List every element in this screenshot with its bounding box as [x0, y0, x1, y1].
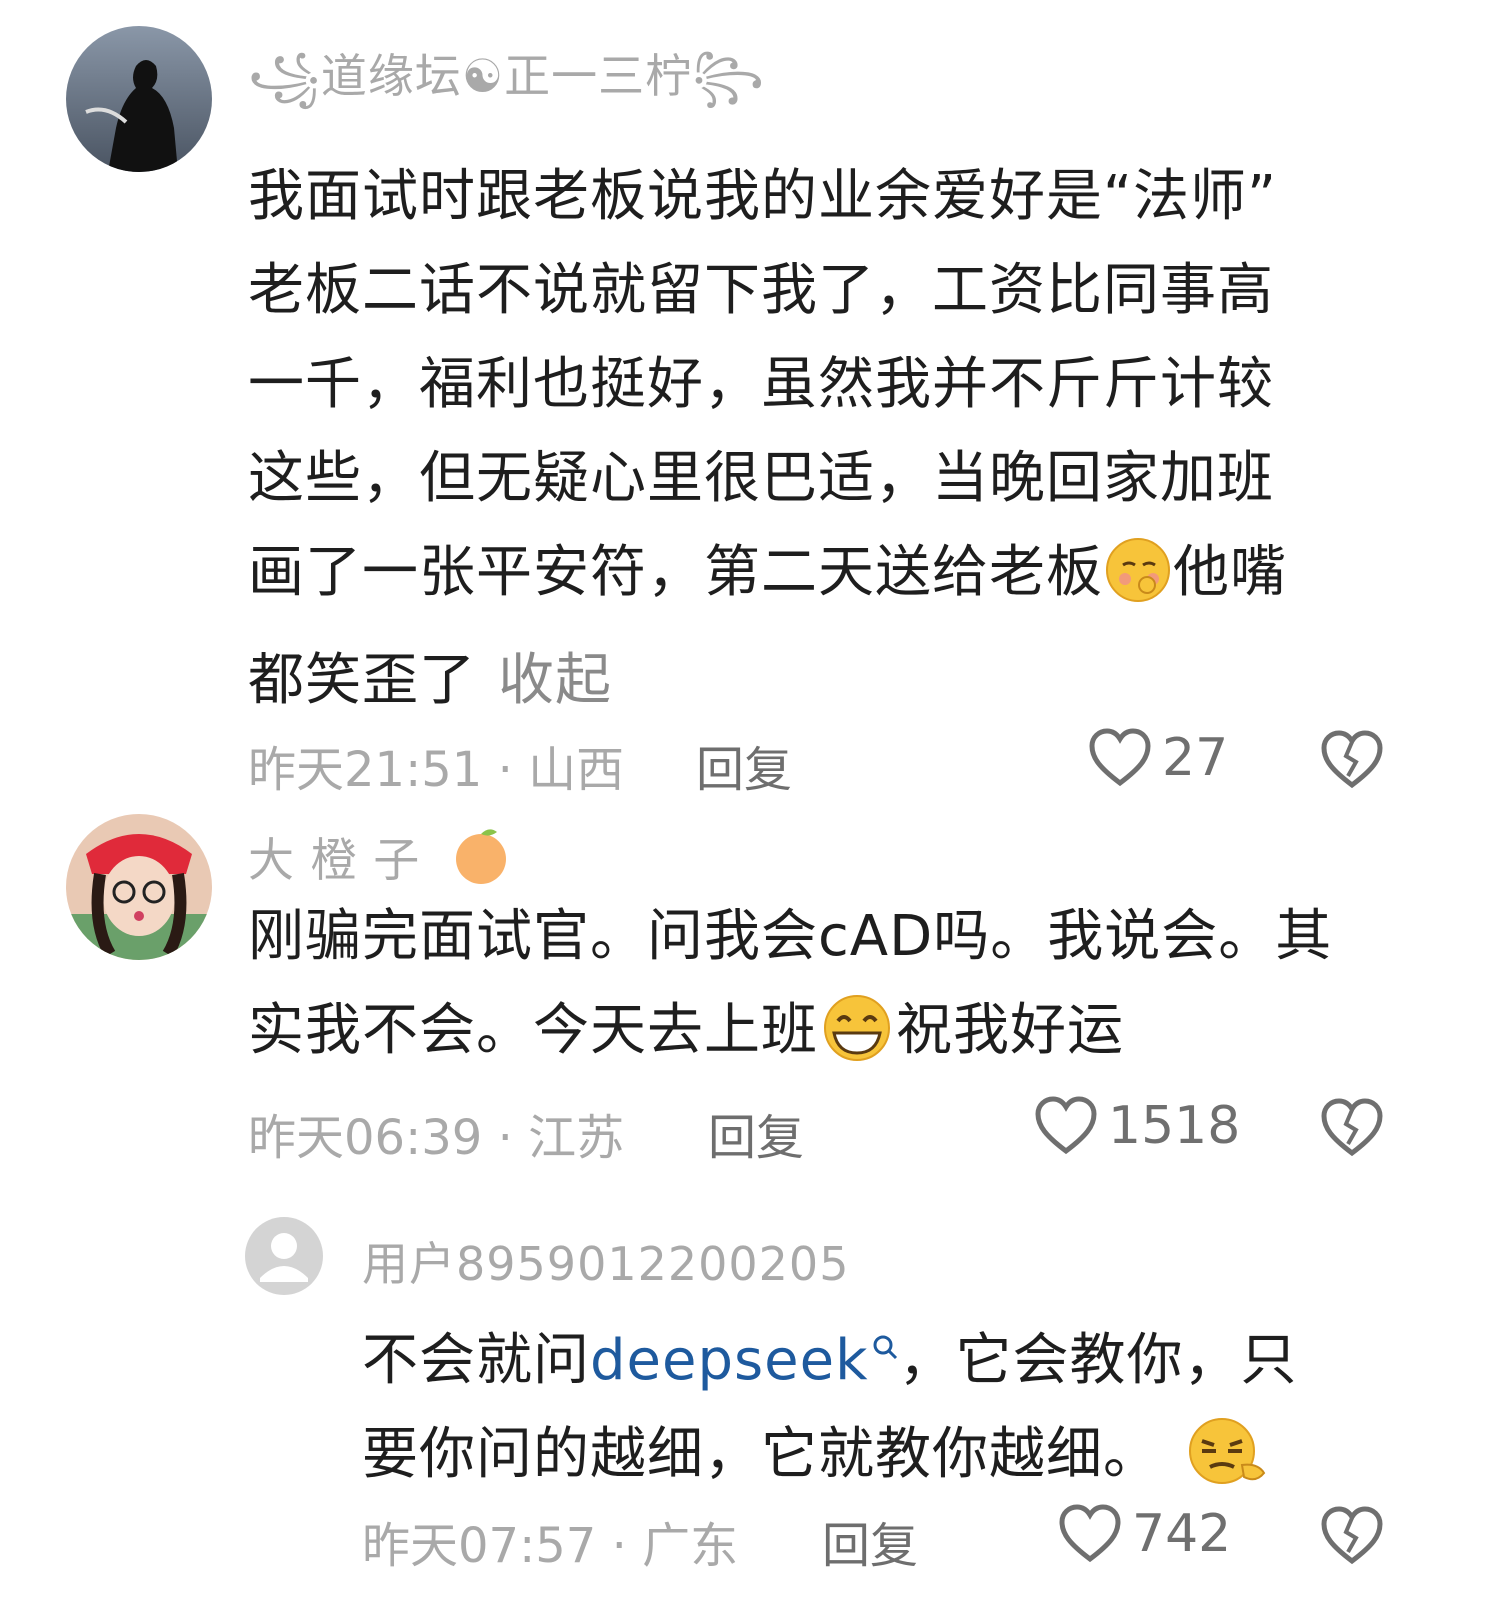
smirk-emoji-icon — [1180, 1413, 1272, 1516]
broken-heart-icon — [1321, 1098, 1383, 1157]
username[interactable]: ꧁道缘坛☯正一三柠꧂ — [248, 40, 765, 135]
orange-emoji-icon — [450, 824, 512, 897]
text-segment: 祝我好运 — [896, 998, 1124, 1063]
dislike-button[interactable] — [1320, 1506, 1384, 1570]
dislike-button[interactable] — [1320, 730, 1384, 794]
grin-emoji-icon — [818, 993, 896, 1092]
text-segment: 他嘴 — [1173, 540, 1287, 605]
heart-icon — [1059, 1504, 1121, 1563]
link-text: deepseek — [590, 1328, 869, 1393]
reply-button[interactable]: 回复 — [708, 1098, 804, 1168]
search-icon — [871, 1296, 899, 1390]
reply-button[interactable]: 回复 — [696, 730, 792, 800]
text-line: 不会就问deepseek ，它会教你，只 — [362, 1296, 1462, 1408]
like-button[interactable]: 27 — [1088, 728, 1228, 788]
text-segment: 实我不会。今天去上班 — [248, 998, 818, 1063]
avatar-image-icon — [66, 814, 212, 960]
text-segment: 不会就问 — [362, 1328, 590, 1393]
avatar[interactable] — [244, 1216, 324, 1296]
like-count: 1518 — [1108, 1096, 1241, 1156]
broken-heart-icon — [1321, 1506, 1383, 1565]
like-button[interactable]: 742 — [1058, 1504, 1231, 1564]
shy-emoji-icon — [1103, 535, 1173, 634]
like-count: 742 — [1132, 1504, 1232, 1564]
like-button[interactable]: 1518 — [1034, 1096, 1240, 1156]
comment-text: 我面试时跟老板说我的业余爱好是“法师” 老板二话不说就留下我了，工资比同事高 一… — [248, 150, 1448, 728]
avatar[interactable] — [66, 26, 212, 172]
time-location: 昨天06:39 · 江苏 — [248, 1110, 625, 1166]
avatar-image-icon — [66, 26, 212, 172]
text-line: 我面试时跟老板说我的业余爱好是“法师” — [248, 164, 1278, 229]
text-line: 画了一张平安符，第二天送给老板 他嘴 — [248, 526, 1448, 634]
default-user-icon — [245, 1217, 323, 1295]
reply-button[interactable]: 回复 — [822, 1506, 918, 1576]
text-line: 都笑歪了 收起 — [248, 634, 1448, 728]
text-line: 刚骗完面试官。问我会cAD吗。我说会。其 — [248, 904, 1333, 969]
collapse-button[interactable]: 收起 — [498, 648, 612, 713]
text-line: 要你问的越细，它就教你越细。 — [362, 1408, 1462, 1516]
comment-text: 不会就问deepseek ，它会教你，只 要你问的越细，它就教你越细。 — [362, 1296, 1462, 1516]
text-line: 实我不会。今天去上班 祝我好运 — [248, 984, 1468, 1092]
text-segment: 画了一张平安符，第二天送给老板 — [248, 540, 1103, 605]
username[interactable]: 用户8959012200205 — [362, 1228, 849, 1294]
comment-text: 刚骗完面试官。问我会cAD吗。我说会。其 实我不会。今天去上班 祝我好运 — [248, 890, 1468, 1092]
text-line: 老板二话不说就留下我了，工资比同事高 — [248, 258, 1274, 323]
text-segment: ，它会教你，只 — [898, 1328, 1298, 1393]
time-location: 昨天21:51 · 山西 — [248, 742, 625, 798]
text-line: 一千，福利也挺好，虽然我并不斤斤计较 — [248, 352, 1274, 417]
text-segment: 要你问的越细，它就教你越细。 — [362, 1422, 1160, 1487]
username-text: 大 橙 子 — [248, 833, 421, 887]
text-line: 这些，但无疑心里很巴适，当晚回家加班 — [248, 446, 1274, 511]
dislike-button[interactable] — [1320, 1098, 1384, 1162]
deepseek-link[interactable]: deepseek — [590, 1328, 899, 1393]
like-count: 27 — [1162, 728, 1229, 788]
heart-icon — [1035, 1096, 1097, 1155]
text-segment: 都笑歪了 — [248, 648, 476, 713]
broken-heart-icon — [1321, 730, 1383, 789]
username[interactable]: 大 橙 子 — [248, 824, 512, 897]
time-location: 昨天07:57 · 广东 — [362, 1518, 739, 1574]
avatar[interactable] — [66, 814, 212, 960]
heart-icon — [1089, 728, 1151, 787]
